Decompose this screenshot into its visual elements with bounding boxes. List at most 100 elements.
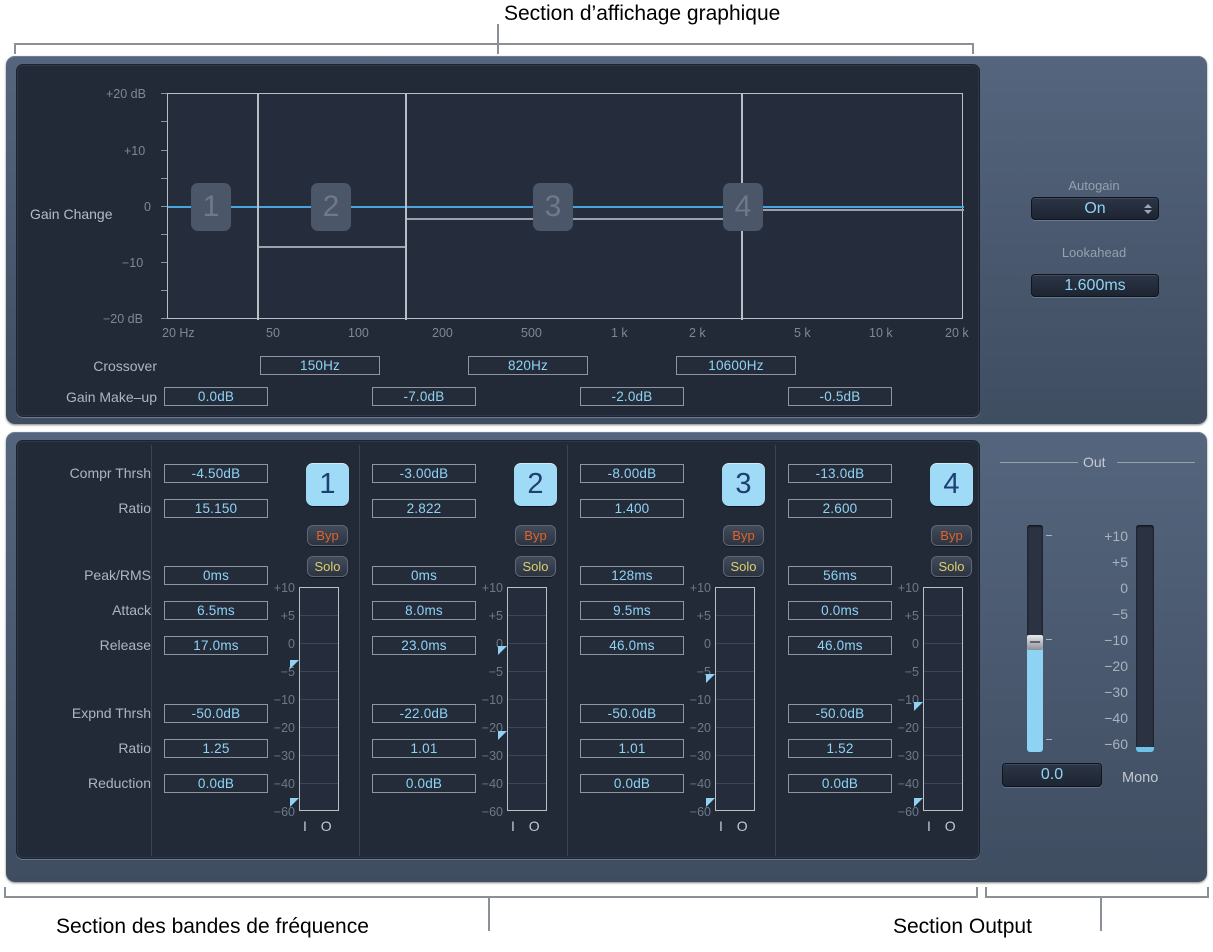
graph-plot-area[interactable]: 1 2 3 4: [167, 93, 963, 319]
band-3-expnd-thrsh-field[interactable]: -50.0dB: [580, 704, 684, 723]
graph-x-tick-500: 500: [521, 326, 542, 340]
band-4-expnd-ratio-field[interactable]: 1.52: [788, 739, 892, 758]
band-3-meter[interactable]: [715, 587, 755, 811]
band-4-compr-ratio-field[interactable]: 2.600: [788, 499, 892, 518]
graph-band-chip-1[interactable]: 1: [191, 183, 231, 231]
band-1-bypass-button[interactable]: Byp: [307, 525, 348, 546]
autogain-popup[interactable]: On: [1031, 197, 1159, 220]
meter-gridline: [508, 755, 546, 756]
band-4-expnd-thrsh-field[interactable]: -50.0dB: [788, 704, 892, 723]
gain-makeup-field-4[interactable]: -0.5dB: [788, 387, 892, 406]
band-2-attack-field[interactable]: 8.0ms: [372, 601, 476, 620]
band-1-select-button[interactable]: 1: [306, 463, 349, 506]
crossover-field-1[interactable]: 150Hz: [260, 356, 380, 375]
band-4-reduction-field[interactable]: 0.0dB: [788, 774, 892, 793]
band-2-bypass-button[interactable]: Byp: [515, 525, 556, 546]
band-1-compr-ratio-field[interactable]: 15.150: [164, 499, 268, 518]
row-label-expnd-thrsh: Expnd Thrsh: [21, 705, 151, 721]
band-1-solo-button[interactable]: Solo: [307, 556, 348, 577]
band-1-meter-label-m60: −60: [255, 805, 295, 819]
gain-makeup-field-1[interactable]: 0.0dB: [164, 387, 268, 406]
band-4-compr-threshold-marker[interactable]: [914, 702, 923, 711]
graph-band-chip-3[interactable]: 3: [533, 183, 573, 231]
band-2-expnd-ratio-field[interactable]: 1.01: [372, 739, 476, 758]
band-1-release-field[interactable]: 17.0ms: [164, 636, 268, 655]
meter-gridline: [924, 671, 962, 672]
band-4-attack-field[interactable]: 0.0ms: [788, 601, 892, 620]
output-gain-slider[interactable]: [1027, 525, 1043, 752]
slider-tick-top: [1046, 535, 1052, 536]
band-4-compr-thrsh-field[interactable]: -13.0dB: [788, 464, 892, 483]
crossover-field-3[interactable]: 10600Hz: [676, 356, 796, 375]
band-3-compr-thrsh-field[interactable]: -8.00dB: [580, 464, 684, 483]
meter-gridline: [508, 783, 546, 784]
band-2-expnd-thrsh-field[interactable]: -22.0dB: [372, 704, 476, 723]
band-2-release-field[interactable]: 23.0ms: [372, 636, 476, 655]
lookahead-value: 1.600ms: [1064, 277, 1125, 295]
meter-gridline: [716, 643, 754, 644]
gain-makeup-line-band-4: [742, 209, 964, 211]
band-3-select-button[interactable]: 3: [722, 463, 765, 506]
graph-x-tick-2k: 2 k: [689, 326, 706, 340]
band-1-expnd-threshold-marker[interactable]: [290, 798, 299, 807]
band-3-meter-label-m40: −40: [671, 777, 711, 791]
band-2-select-button[interactable]: 2: [514, 463, 557, 506]
band-1-expnd-ratio-field[interactable]: 1.25: [164, 739, 268, 758]
band-2-expnd-threshold-marker[interactable]: [498, 731, 507, 740]
graph-band-chip-4[interactable]: 4: [723, 183, 763, 231]
band-3-bypass-button[interactable]: Byp: [723, 525, 764, 546]
band-1-meter[interactable]: [299, 587, 339, 811]
band-3-meter-label-m20: −20: [671, 721, 711, 735]
gain-makeup-field-3[interactable]: -2.0dB: [580, 387, 684, 406]
band-4-expnd-threshold-marker[interactable]: [914, 798, 923, 807]
crossover-divider-820hz[interactable]: [405, 94, 407, 320]
band-3-compr-ratio-field[interactable]: 1.400: [580, 499, 684, 518]
band-3-peak-rms-field[interactable]: 128ms: [580, 566, 684, 585]
crossover-field-2[interactable]: 820Hz: [468, 356, 588, 375]
band-3-meter-label-m5: −5: [671, 665, 711, 679]
band-2-compr-ratio-field[interactable]: 2.822: [372, 499, 476, 518]
band-2-meter-label-p10: +10: [463, 581, 503, 595]
lookahead-field[interactable]: 1.600ms: [1031, 274, 1159, 297]
band-3-expnd-ratio-field[interactable]: 1.01: [580, 739, 684, 758]
band-4-bypass-button[interactable]: Byp: [931, 525, 972, 546]
band-2-peak-rms-field[interactable]: 0ms: [372, 566, 476, 585]
band-2-meter[interactable]: [507, 587, 547, 811]
band-3-compr-threshold-marker[interactable]: [706, 674, 715, 683]
band-2-compr-threshold-marker[interactable]: [498, 646, 507, 655]
band-3-meter-label-m60: −60: [671, 805, 711, 819]
band-3-expnd-threshold-marker[interactable]: [706, 798, 715, 807]
meter-gridline: [924, 783, 962, 784]
band-1-attack-field[interactable]: 6.5ms: [164, 601, 268, 620]
bands-panel: Compr Thrsh Ratio Peak/RMS Attack Releas…: [16, 440, 980, 859]
band-1-reduction-field[interactable]: 0.0dB: [164, 774, 268, 793]
band-2-meter-label-m30: −30: [463, 749, 503, 763]
band-1-expnd-thrsh-field[interactable]: -50.0dB: [164, 704, 268, 723]
band-1-peak-rms-field[interactable]: 0ms: [164, 566, 268, 585]
band-3-solo-button[interactable]: Solo: [723, 556, 764, 577]
callout-top-label: Section d’affichage graphique: [504, 2, 780, 26]
graph-y-axis-name: Gain Change: [30, 206, 113, 222]
band-3-attack-field[interactable]: 9.5ms: [580, 601, 684, 620]
graph-band-chip-2[interactable]: 2: [311, 183, 351, 231]
band-3-release-field[interactable]: 46.0ms: [580, 636, 684, 655]
band-2-reduction-field[interactable]: 0.0dB: [372, 774, 476, 793]
band-4-solo-button[interactable]: Solo: [931, 556, 972, 577]
band-4-peak-rms-field[interactable]: 56ms: [788, 566, 892, 585]
crossover-row-label: Crossover: [37, 358, 157, 374]
crossover-divider-150hz[interactable]: [257, 94, 259, 320]
band-4-meter-label-m40: −40: [879, 777, 919, 791]
band-4-release-field[interactable]: 46.0ms: [788, 636, 892, 655]
band-2-compr-thrsh-field[interactable]: -3.00dB: [372, 464, 476, 483]
meter-gridline: [924, 699, 962, 700]
band-1-compr-threshold-marker[interactable]: [290, 660, 299, 669]
output-gain-slider-knob[interactable]: [1027, 635, 1043, 650]
band-4-select-button[interactable]: 4: [930, 463, 973, 506]
band-2-meter-label-0: 0: [463, 637, 503, 651]
band-2-solo-button[interactable]: Solo: [515, 556, 556, 577]
band-1-compr-thrsh-field[interactable]: -4.50dB: [164, 464, 268, 483]
gain-makeup-field-2[interactable]: -7.0dB: [372, 387, 476, 406]
output-gain-field[interactable]: 0.0: [1002, 763, 1102, 787]
band-3-reduction-field[interactable]: 0.0dB: [580, 774, 684, 793]
band-4-meter[interactable]: [923, 587, 963, 811]
